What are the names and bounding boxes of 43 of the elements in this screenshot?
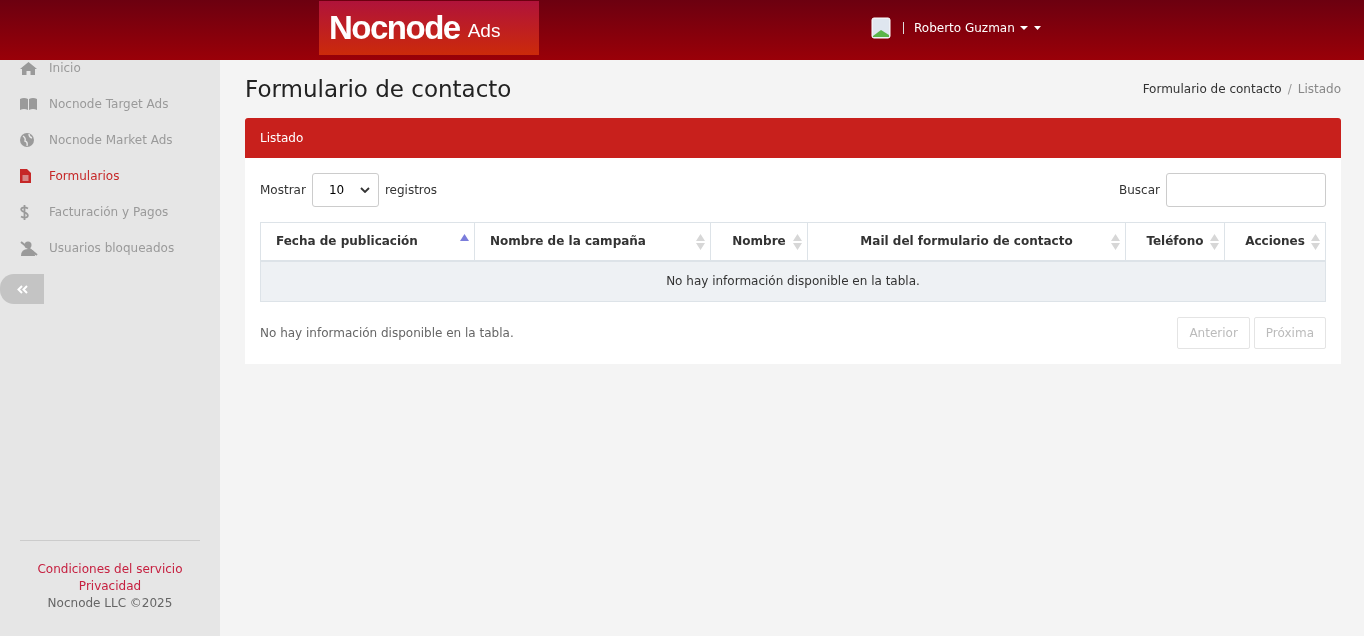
column-header[interactable]: Nombre <box>710 222 808 261</box>
sort-icon <box>1210 234 1219 250</box>
logo-suffix: Ads <box>467 20 501 42</box>
search-field[interactable] <box>1166 173 1326 207</box>
panel-title: Listado <box>260 131 304 145</box>
sort-icon <box>1111 234 1120 250</box>
globe-icon <box>20 133 34 147</box>
show-label: Mostrar <box>260 183 306 197</box>
column-header[interactable]: Acciones <box>1224 222 1326 261</box>
sort-icon <box>793 234 802 250</box>
column-header[interactable]: Mail del formulario de contacto <box>807 222 1126 261</box>
book-icon <box>20 98 37 110</box>
collapse-sidebar-button[interactable] <box>0 274 44 304</box>
column-header[interactable]: Nombre de la campaña <box>474 222 711 261</box>
user-blocked-icon <box>20 240 38 256</box>
footer-link[interactable]: Privacidad <box>78 578 142 595</box>
search-label: Buscar <box>1119 183 1160 197</box>
copyright-text: Nocnode LLC ©2025 <box>47 595 173 612</box>
sort-ascending-icon <box>460 234 469 241</box>
home-icon <box>20 61 37 75</box>
footer-link[interactable]: Condiciones del servicio <box>37 561 183 578</box>
sidebar-item[interactable]: Formularios <box>0 158 220 194</box>
sort-icon <box>1311 234 1320 250</box>
page-size-select[interactable]: 10 <box>311 173 379 207</box>
breadcrumb-item[interactable]: Formulario de contacto <box>1142 82 1282 96</box>
user-menu[interactable]: Roberto Guzman <box>914 21 1028 35</box>
logo-wordmark: Nocnode <box>329 9 460 47</box>
page-title: Formulario de contacto <box>245 76 512 102</box>
breadcrumb-separator: / <box>1287 82 1292 96</box>
empty-table-message: No hay información disponible en la tabla. <box>260 260 1326 301</box>
logo[interactable]: Nocnode Ads <box>319 1 539 55</box>
column-header[interactable]: Fecha de publicación <box>260 222 475 261</box>
breadcrumb-item[interactable]: Listado <box>1297 82 1341 96</box>
document-icon <box>20 169 31 183</box>
caret-icon[interactable] <box>1033 26 1041 30</box>
chevron-down-icon <box>359 187 370 193</box>
records-label: registros <box>384 183 438 197</box>
double-chevron-left-icon <box>16 284 28 294</box>
dollar-icon <box>20 204 29 220</box>
column-header[interactable]: Teléfono <box>1125 222 1225 261</box>
broken-image-icon <box>871 16 893 40</box>
sort-icon <box>696 234 705 250</box>
table-info: No hay información disponible en la tabla. <box>260 325 514 340</box>
